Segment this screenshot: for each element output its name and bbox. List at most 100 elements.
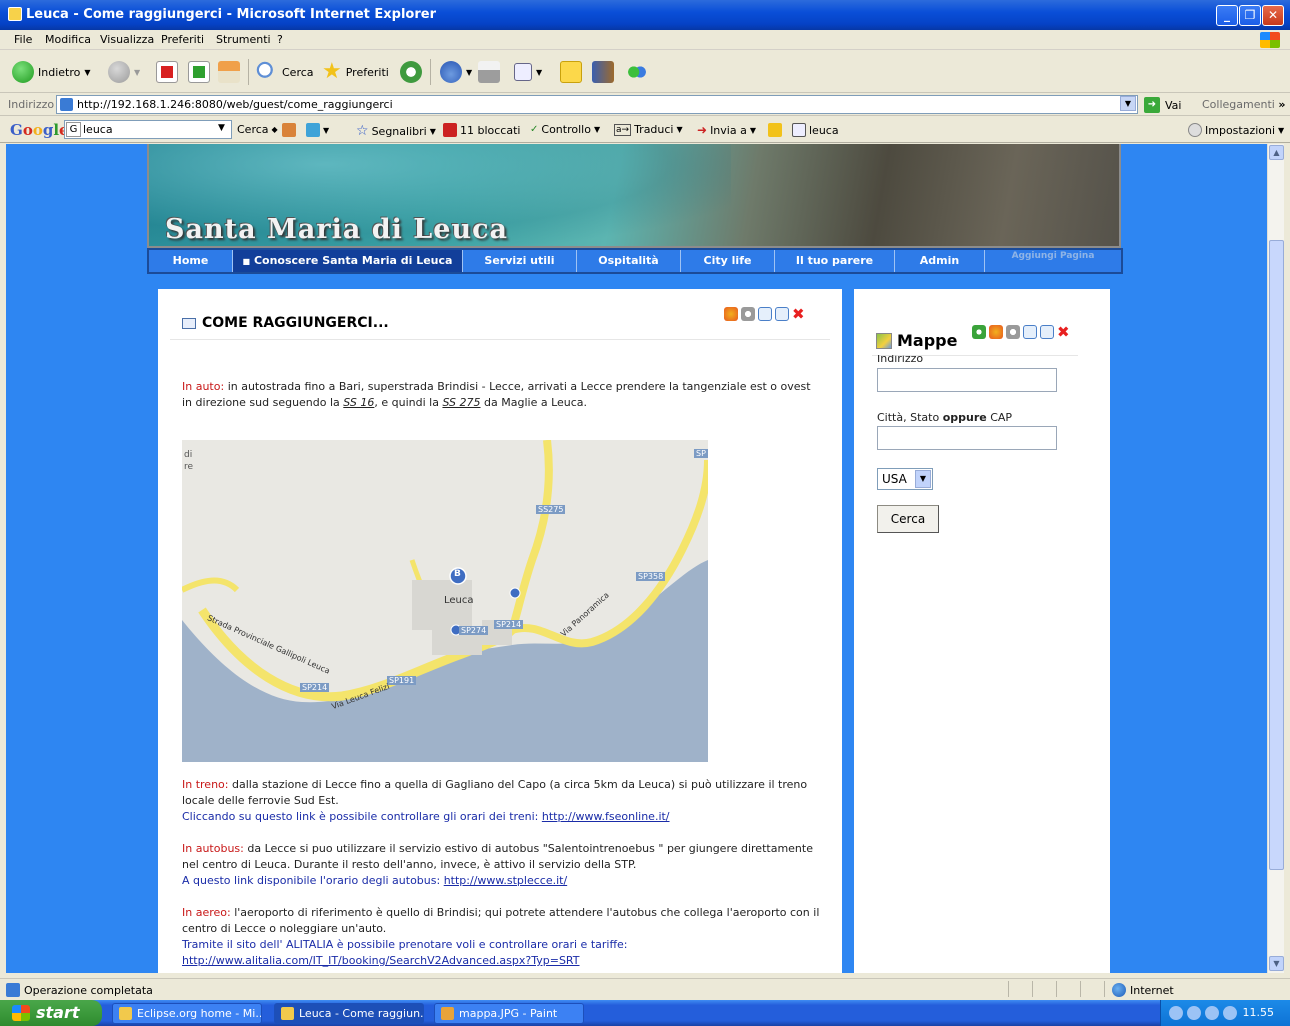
ss16-link[interactable]: SS 16 <box>343 396 374 409</box>
address-field[interactable] <box>877 368 1057 392</box>
research-icon <box>592 61 614 83</box>
settings-label: Impostazioni <box>1205 123 1276 137</box>
minimize-portlet-icon[interactable] <box>1023 325 1037 339</box>
status-divider <box>1104 981 1105 997</box>
close-window-button[interactable]: ✕ <box>1262 5 1284 26</box>
forward-button[interactable]: ▼ <box>108 59 140 85</box>
menu-help[interactable]: ? <box>277 33 283 46</box>
send-label: Invia a <box>710 123 747 137</box>
status-divider <box>1032 981 1033 997</box>
notes-icon <box>560 61 582 83</box>
taskbar-item-eclipse[interactable]: Eclipse.org home - Mi... <box>112 1003 262 1024</box>
map-search-button[interactable]: Cerca <box>877 505 939 533</box>
plane-text: l'aeroporto di riferimento è quello di B… <box>182 906 820 935</box>
vertical-scrollbar[interactable]: ▲ ▼ <box>1267 144 1284 973</box>
nav-tab-ospitalita[interactable]: Ospitalità <box>577 250 681 272</box>
stop-button[interactable] <box>156 59 178 85</box>
start-button[interactable]: start <box>0 1000 102 1026</box>
nav-tab-admin[interactable]: Admin <box>895 250 985 272</box>
messenger-button[interactable] <box>626 59 648 85</box>
add-page-link[interactable]: Aggiungi Pagina <box>985 250 1121 272</box>
fse-link[interactable]: http://www.fseonline.it/ <box>542 810 670 823</box>
google-search-input[interactable]: G leuca <box>64 120 232 139</box>
nav-tab-city-life[interactable]: City life <box>681 250 775 272</box>
alitalia-link[interactable]: http://www.alitalia.com/IT_IT/booking/Se… <box>182 954 580 967</box>
close-portlet-icon[interactable]: ✖ <box>792 307 805 322</box>
nav-tab-conoscere[interactable]: ■ Conoscere Santa Maria di Leuca <box>233 250 463 272</box>
edit-button[interactable]: ▼ <box>514 59 542 85</box>
status-message: Operazione completata <box>6 983 153 997</box>
refresh-portlet-icon[interactable] <box>972 325 986 339</box>
minimize-button[interactable]: _ <box>1216 5 1238 26</box>
configuration-gear-icon[interactable] <box>741 307 755 321</box>
popup-blocker-button[interactable]: 11 bloccati <box>443 123 520 137</box>
history-button[interactable] <box>400 59 422 85</box>
menu-file[interactable]: File <box>14 33 32 46</box>
address-input[interactable]: http://192.168.1.246:8080/web/guest/come… <box>56 95 1138 114</box>
maximize-button[interactable]: ❐ <box>1239 5 1261 26</box>
portlet-toolbar: ✖ <box>724 307 805 322</box>
search-term-button[interactable]: leuca <box>792 123 839 137</box>
scroll-down-icon[interactable]: ▼ <box>1269 956 1284 971</box>
discuss-button[interactable] <box>560 59 582 85</box>
close-portlet-icon[interactable]: ✖ <box>1057 325 1070 340</box>
status-divider <box>1008 981 1009 997</box>
menu-favorites[interactable]: Preferiti <box>161 33 204 46</box>
window-right-frame <box>1284 144 1290 973</box>
menu-edit[interactable]: Modifica <box>45 33 91 46</box>
google-search-label: Cerca <box>237 123 269 136</box>
stp-link[interactable]: http://www.stplecce.it/ <box>444 874 567 887</box>
nav-tab-parere[interactable]: Il tuo parere <box>775 250 895 272</box>
google-news-button[interactable] <box>282 123 296 137</box>
nav-tab-servizi[interactable]: Servizi utili <box>463 250 577 272</box>
address-dropdown-icon[interactable]: ▼ <box>1120 96 1136 111</box>
research-button[interactable] <box>592 59 614 85</box>
favorites-button[interactable]: ★ Preferiti <box>322 59 389 85</box>
menu-view[interactable]: Visualizza <box>100 33 154 46</box>
city-field-label: Città, Stato oppure CAP <box>877 411 1012 424</box>
go-button[interactable]: ➜ Vai <box>1144 97 1181 113</box>
taskbar-item-leuca[interactable]: Leuca - Come raggiun... <box>274 1003 424 1024</box>
network-icon[interactable] <box>1187 1006 1201 1020</box>
page-viewport: Santa Maria di Leuca Home ■ Conoscere Sa… <box>6 144 1267 973</box>
plane-link-text: Tramite il sito dell' ALITALIA è possibi… <box>182 938 628 951</box>
nav-tab-home[interactable]: Home <box>149 250 233 272</box>
configuration-gear-icon[interactable] <box>1006 325 1020 339</box>
taskbar-item-paint[interactable]: mappa.JPG - Paint <box>434 1003 584 1024</box>
send-to-button[interactable]: ➜ Invia a ▼ <box>697 123 756 137</box>
active-tab-bullet-icon: ■ <box>242 257 251 266</box>
look-feel-icon[interactable] <box>724 307 738 321</box>
print-button[interactable] <box>478 59 500 85</box>
mail-button[interactable]: ▼ <box>440 59 472 85</box>
google-logo[interactable]: Google <box>10 121 69 139</box>
security-center-icon[interactable] <box>1223 1006 1237 1020</box>
scroll-up-icon[interactable]: ▲ <box>1269 145 1284 160</box>
links-button[interactable]: Collegamenti » <box>1202 98 1285 111</box>
stop-icon <box>156 61 178 83</box>
spellcheck-button[interactable]: ✓ Controllo ▼ <box>530 123 600 136</box>
minimize-portlet-icon[interactable] <box>758 307 772 321</box>
menu-tools[interactable]: Strumenti <box>216 33 271 46</box>
city-state-zip-field[interactable] <box>877 426 1057 450</box>
maximize-portlet-icon[interactable] <box>1040 325 1054 339</box>
home-button[interactable] <box>218 59 240 85</box>
country-select[interactable]: USA ▼ <box>877 468 933 490</box>
maximize-portlet-icon[interactable] <box>775 307 789 321</box>
google-puzzle-button[interactable]: ▼ <box>306 123 329 137</box>
look-feel-icon[interactable] <box>989 325 1003 339</box>
refresh-button[interactable] <box>188 59 210 85</box>
scroll-thumb[interactable] <box>1269 240 1284 870</box>
bookmarks-button[interactable]: ☆ Segnalibri ▼ <box>356 123 436 139</box>
google-search-button[interactable]: Cerca ◆ <box>237 123 278 136</box>
search-button[interactable]: Cerca <box>256 59 314 85</box>
highlight-button[interactable] <box>768 123 782 137</box>
back-button[interactable]: Indietro ▼ <box>12 59 91 85</box>
google-search-dropdown-icon[interactable]: ▼ <box>218 123 225 133</box>
volume-icon[interactable] <box>1205 1006 1219 1020</box>
translate-button[interactable]: a→ Traduci ▼ <box>614 123 683 136</box>
main-navigation: Home ■ Conoscere Santa Maria di Leuca Se… <box>147 248 1123 274</box>
ss275-link[interactable]: SS 275 <box>442 396 480 409</box>
tray-expand-icon[interactable] <box>1169 1006 1183 1020</box>
ie-window-icon <box>119 1007 132 1020</box>
google-settings-button[interactable]: Impostazioni ▼ <box>1188 123 1284 137</box>
